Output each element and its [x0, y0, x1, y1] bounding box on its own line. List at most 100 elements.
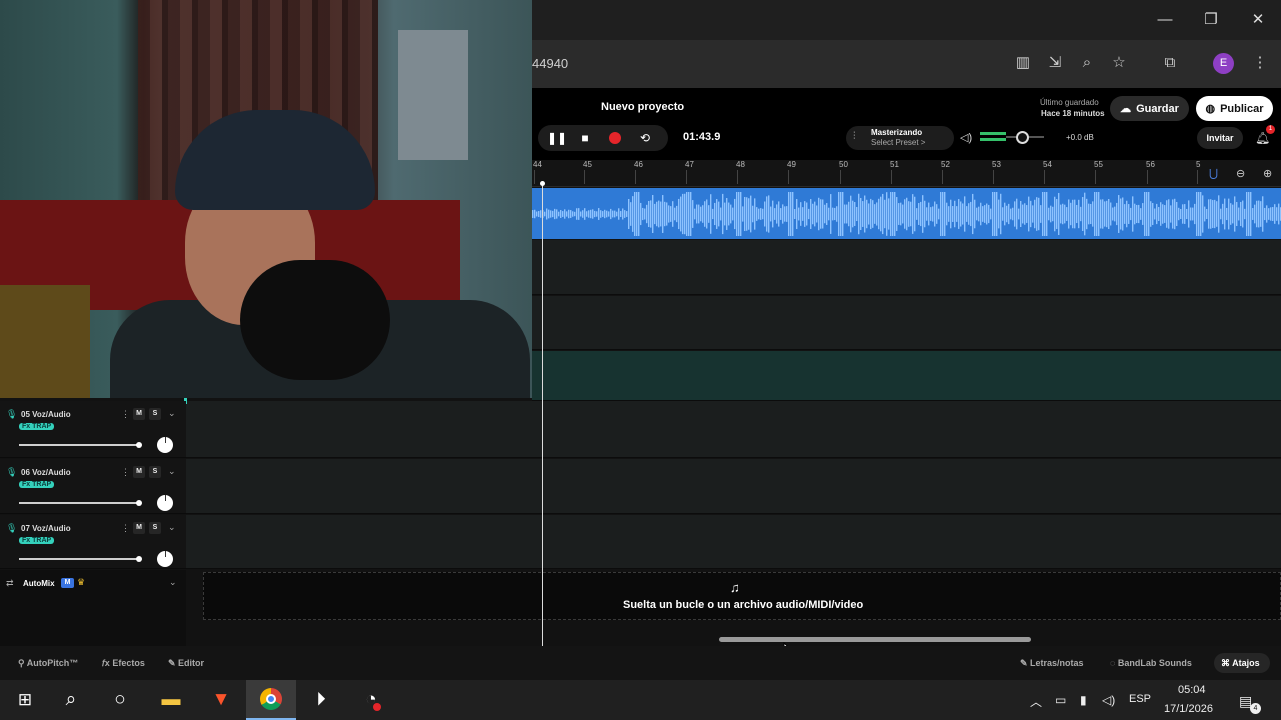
waveform-bar [860, 197, 862, 231]
waveform-bar [1256, 200, 1258, 228]
effects-label: Efectos [112, 658, 145, 668]
invite-button[interactable]: Invitar [1197, 127, 1243, 149]
waveform-bar [878, 198, 880, 230]
save-label: Guardar [1136, 102, 1179, 115]
last-saved-time: Hace 18 minutos [1041, 109, 1105, 118]
restore-icon[interactable]: ❐ [1201, 10, 1221, 30]
mute-button[interactable]: M [133, 522, 145, 534]
chevron-down-icon[interactable]: ⌄ [168, 408, 176, 419]
profile-avatar[interactable]: E [1213, 53, 1234, 74]
waveform-bar [636, 192, 638, 236]
track-name[interactable]: 05 Voz/Audio [21, 410, 71, 419]
extensions-icon[interactable]: ⧉ [1160, 54, 1180, 72]
track-lane[interactable] [532, 240, 1281, 295]
waveform-bar [912, 194, 914, 234]
solo-button[interactable]: S [149, 466, 161, 478]
browser-menu-icon[interactable]: ⋮ [1250, 54, 1270, 72]
horizontal-scrollbar[interactable] [719, 637, 1031, 642]
save-button[interactable]: ☁ Guardar [1110, 96, 1189, 121]
playhead-handle[interactable] [540, 181, 545, 186]
chevron-down-icon[interactable]: ⌄ [168, 466, 176, 477]
waveform-bar [998, 199, 1000, 229]
waveform-bar [712, 208, 714, 220]
search-icon[interactable]: ⌕ [58, 687, 84, 713]
media-player-icon[interactable]: ⏵ [308, 687, 334, 713]
pause-icon[interactable]: ❚❚ [547, 130, 567, 146]
stop-icon[interactable]: ■ [577, 130, 593, 146]
mute-button[interactable]: M [133, 408, 145, 420]
waveform-bar [1242, 200, 1244, 228]
install-app-icon[interactable]: ⇲ [1045, 54, 1065, 72]
fx-tag[interactable]: Fx TRAP [19, 423, 55, 430]
tray-chevron-icon[interactable]: ︿ [1030, 693, 1042, 710]
volume-icon[interactable]: ◁) [960, 131, 972, 144]
language-indicator[interactable]: ESP [1129, 693, 1151, 705]
volume-slider[interactable] [19, 502, 141, 504]
tray-device-icon[interactable]: ▭ [1055, 693, 1066, 707]
record-icon[interactable] [609, 132, 621, 144]
magnet-icon[interactable]: ⋃ [1209, 167, 1218, 180]
zoom-out-icon[interactable]: ⊖ [1236, 167, 1245, 180]
url-text[interactable]: 44940 [532, 56, 568, 71]
publish-button[interactable]: ◍ Publicar [1196, 96, 1273, 121]
clock-time[interactable]: 05:04 [1178, 684, 1206, 696]
volume-slider-handle[interactable] [136, 556, 142, 562]
autopitch-button[interactable]: ⚲ AutoPitch™ [18, 658, 78, 669]
waveform-bar [1214, 199, 1216, 229]
reading-mode-icon[interactable]: ▥ [1013, 54, 1033, 72]
playhead[interactable] [542, 183, 543, 646]
audio-clip[interactable] [532, 188, 1281, 239]
battery-icon[interactable]: ▮ [1080, 693, 1087, 707]
track-options-icon[interactable]: ⋮ [121, 409, 130, 420]
speaker-icon[interactable]: ◁) [1102, 693, 1115, 707]
close-icon[interactable]: ✕ [1248, 10, 1268, 30]
solo-button[interactable]: S [149, 522, 161, 534]
loop-icon[interactable]: ⟲ [637, 130, 653, 146]
drop-zone[interactable] [203, 572, 1281, 620]
volume-slider-handle[interactable] [136, 442, 142, 448]
minimize-icon[interactable]: — [1155, 10, 1175, 30]
waveform-bar [1226, 207, 1228, 221]
track-lane[interactable] [186, 401, 1281, 458]
zoom-in-icon[interactable]: ⊕ [1263, 167, 1272, 180]
volume-slider-handle[interactable] [136, 500, 142, 506]
fx-tag[interactable]: Fx TRAP [19, 481, 55, 488]
waveform-bar [1026, 205, 1028, 223]
waveform-bar [704, 201, 706, 227]
waveform-bar [782, 204, 784, 224]
task-view-icon[interactable]: ○ [107, 687, 133, 713]
volume-slider[interactable] [19, 444, 141, 446]
track-name[interactable]: 06 Voz/Audio [21, 468, 71, 477]
sounds-button[interactable]: ◌ BandLab Sounds [1110, 658, 1192, 668]
waveform-bar [656, 201, 658, 227]
chevron-down-icon[interactable]: ⌄ [169, 577, 177, 588]
track-lane[interactable] [186, 515, 1281, 569]
bookmark-star-icon[interactable]: ☆ [1109, 54, 1129, 72]
track-options-icon[interactable]: ⋮ [121, 523, 130, 534]
master-volume-knob[interactable] [1016, 131, 1029, 144]
track-lane[interactable] [532, 296, 1281, 350]
editor-button[interactable]: ✎ Editor [168, 658, 204, 669]
track-name[interactable]: 07 Voz/Audio [21, 524, 71, 533]
fx-tag[interactable]: Fx TRAP [19, 537, 55, 544]
solo-button[interactable]: S [149, 408, 161, 420]
chevron-down-icon[interactable]: ⌄ [168, 522, 176, 533]
ruler-tick-line [942, 170, 943, 184]
mute-button[interactable]: M [133, 466, 145, 478]
brave-browser-icon[interactable]: ▼ [208, 687, 234, 713]
webcam-chair [0, 285, 90, 398]
track-lane[interactable] [532, 351, 1281, 401]
windows-start-icon[interactable]: ⊞ [12, 687, 38, 713]
file-explorer-icon[interactable]: ▬ [158, 687, 184, 713]
waveform-bar [970, 201, 972, 227]
zoom-icon[interactable]: ⌕ [1077, 54, 1097, 72]
lyrics-button[interactable]: ✎ Letras/notas [1020, 658, 1084, 669]
effects-button[interactable]: 𝑓x Efectos [102, 658, 145, 669]
track-options-icon[interactable]: ⋮ [121, 467, 130, 478]
volume-slider[interactable] [19, 558, 141, 560]
project-title[interactable]: Nuevo proyecto [601, 101, 684, 113]
track-lane[interactable] [186, 459, 1281, 514]
clock-date[interactable]: 17/1/2026 [1164, 703, 1213, 715]
timeline-ruler[interactable] [532, 160, 1281, 187]
automix-label[interactable]: AutoMix [23, 579, 55, 588]
